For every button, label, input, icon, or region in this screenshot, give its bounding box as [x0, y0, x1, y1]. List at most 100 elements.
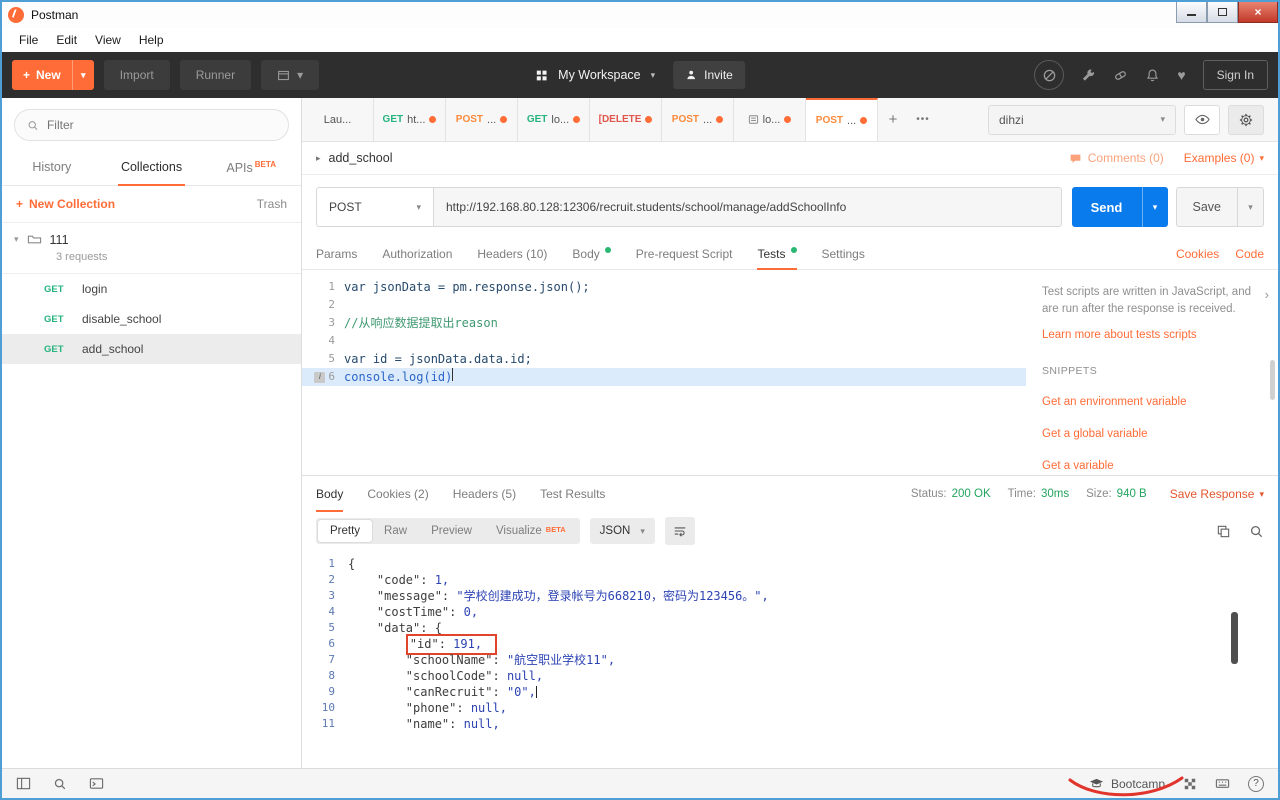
- tab-settings[interactable]: Settings: [822, 239, 865, 269]
- trash-button[interactable]: Trash: [257, 197, 287, 211]
- examples-button[interactable]: Examples (0) ▾: [1184, 151, 1264, 165]
- snippet-link[interactable]: Get a global variable: [1042, 426, 1262, 443]
- menu-edit[interactable]: Edit: [47, 33, 86, 47]
- comments-button[interactable]: Comments (0): [1069, 151, 1164, 165]
- sidebar-tab-history[interactable]: History: [2, 152, 102, 185]
- connection-status-button[interactable]: [1034, 60, 1065, 90]
- copy-icon[interactable]: [1216, 524, 1231, 539]
- workspace-switcher[interactable]: My Workspace ▾ Invite: [535, 61, 745, 89]
- request-tab[interactable]: POST...: [446, 98, 518, 141]
- snippet-link[interactable]: Get an environment variable: [1042, 394, 1262, 411]
- request-tab[interactable]: Lau...: [302, 98, 374, 141]
- tests-script-editor[interactable]: 1 var jsonData = pm.response.json(); 2 3/…: [302, 270, 1026, 475]
- send-button-group: Send ▾: [1071, 187, 1168, 227]
- save-options-button[interactable]: ▾: [1237, 188, 1263, 226]
- method-select[interactable]: POST ▾: [316, 187, 434, 227]
- scrollbar-thumb[interactable]: [1270, 360, 1275, 400]
- request-list-item-selected[interactable]: GET add_school: [2, 334, 301, 365]
- open-new-window-button[interactable]: ▾: [261, 60, 320, 90]
- view-raw[interactable]: Raw: [372, 520, 419, 542]
- search-icon[interactable]: [1249, 524, 1264, 539]
- url-input[interactable]: [434, 187, 1062, 227]
- sign-in-button[interactable]: Sign In: [1202, 60, 1268, 90]
- response-tab-body[interactable]: Body: [316, 476, 344, 512]
- new-button[interactable]: + New ▾: [12, 60, 94, 90]
- sidebar-tab-apis[interactable]: APIs BETA: [201, 152, 301, 185]
- request-list-item[interactable]: GET login: [2, 274, 301, 304]
- request-tab[interactable]: lo...: [734, 98, 806, 141]
- import-button[interactable]: Import: [103, 60, 170, 90]
- runner-button[interactable]: Runner: [179, 60, 252, 90]
- request-tab[interactable]: GET lo...: [518, 98, 590, 141]
- find-icon[interactable]: [53, 777, 67, 791]
- tab-authorization[interactable]: Authorization: [382, 239, 452, 269]
- chevron-right-icon[interactable]: ▸: [316, 153, 321, 164]
- tab-headers[interactable]: Headers (10): [477, 239, 547, 269]
- response-body-viewer[interactable]: 1{ 2 "code": 1, 3 "message": "学校创建成功，登录帐…: [302, 550, 1278, 768]
- response-tab-cookies[interactable]: Cookies (2): [367, 476, 428, 512]
- sidebar-tab-collections[interactable]: Collections: [102, 152, 202, 187]
- close-button[interactable]: ×: [1238, 2, 1278, 23]
- maximize-button[interactable]: [1207, 2, 1238, 23]
- runner-button-label: Runner: [195, 68, 236, 82]
- response-tab-headers[interactable]: Headers (5): [453, 476, 516, 512]
- help-button[interactable]: ?: [1248, 775, 1264, 792]
- toggle-sidebar-icon[interactable]: [16, 776, 31, 791]
- snippet-link[interactable]: Get a variable: [1042, 458, 1262, 475]
- send-options-button[interactable]: ▾: [1141, 187, 1168, 227]
- response-tab-test-results[interactable]: Test Results: [540, 476, 605, 512]
- minimize-button[interactable]: [1176, 2, 1207, 23]
- shortcuts-icon[interactable]: [1215, 776, 1230, 791]
- wrench-icon[interactable]: [1081, 68, 1096, 83]
- request-tab[interactable]: GET ht...: [374, 98, 446, 141]
- tab-pre-request-script[interactable]: Pre-request Script: [636, 239, 733, 269]
- learn-more-link[interactable]: Learn more about tests scripts: [1042, 327, 1262, 344]
- build-grid-icon[interactable]: [1183, 777, 1197, 791]
- plus-icon: +: [16, 197, 24, 212]
- invite-button[interactable]: Invite: [673, 61, 745, 89]
- wrap-lines-button[interactable]: [664, 517, 695, 545]
- tab-params[interactable]: Params: [316, 239, 357, 269]
- environment-settings-button[interactable]: [1228, 104, 1264, 135]
- menu-view[interactable]: View: [86, 33, 130, 47]
- chevron-down-icon[interactable]: ▾: [14, 234, 19, 245]
- content-area: History Collections APIsBETA +New Collec…: [2, 98, 1278, 768]
- new-collection-button[interactable]: + New Collection: [16, 197, 115, 211]
- request-tab-active[interactable]: POST...: [806, 98, 878, 141]
- save-response-button[interactable]: Save Response ▾: [1170, 487, 1264, 501]
- tab-options-button[interactable]: •••: [908, 98, 938, 141]
- environment-preview-button[interactable]: [1184, 104, 1220, 135]
- collapse-panel-icon[interactable]: ›: [1265, 286, 1269, 305]
- filter-input[interactable]: [46, 118, 276, 132]
- pill-icon[interactable]: [1113, 68, 1128, 83]
- response-actions: [1216, 524, 1264, 539]
- view-pretty[interactable]: Pretty: [318, 520, 373, 542]
- format-select[interactable]: JSON ▾: [589, 518, 655, 544]
- new-dropdown-button[interactable]: ▾: [71, 60, 94, 90]
- request-list-item[interactable]: GET disable_school: [2, 304, 301, 334]
- menu-help[interactable]: Help: [130, 33, 173, 47]
- view-visualize[interactable]: Visualize BETA: [484, 520, 578, 542]
- send-button[interactable]: Send: [1071, 187, 1142, 227]
- cookies-link[interactable]: Cookies: [1176, 247, 1219, 261]
- tab-tests-active[interactable]: Tests: [757, 239, 797, 270]
- tests-help-panel: › Test scripts are written in JavaScript…: [1026, 270, 1278, 475]
- new-tab-button[interactable]: +: [878, 98, 908, 141]
- tab-body[interactable]: Body: [572, 239, 611, 269]
- console-icon[interactable]: [89, 776, 104, 791]
- tab-label: Params: [316, 247, 358, 261]
- save-button[interactable]: Save: [1177, 188, 1238, 226]
- menu-file[interactable]: File: [10, 33, 47, 47]
- request-tab[interactable]: [DELETE: [590, 98, 662, 141]
- collection-item[interactable]: ▾ 111 3 requests: [2, 223, 301, 275]
- scrollbar-thumb[interactable]: [1231, 612, 1238, 664]
- request-tab[interactable]: POST...: [662, 98, 734, 141]
- environment-select[interactable]: dihzi ▾: [988, 104, 1176, 135]
- bell-icon[interactable]: [1145, 68, 1160, 83]
- method-value: POST: [329, 200, 362, 214]
- code-link[interactable]: Code: [1235, 247, 1264, 261]
- bootcamp-button[interactable]: Bootcamp: [1089, 776, 1165, 791]
- heart-icon[interactable]: ♥: [1177, 67, 1185, 83]
- code-line-active: i 6 console.log(id): [302, 368, 1026, 386]
- view-preview[interactable]: Preview: [419, 520, 484, 542]
